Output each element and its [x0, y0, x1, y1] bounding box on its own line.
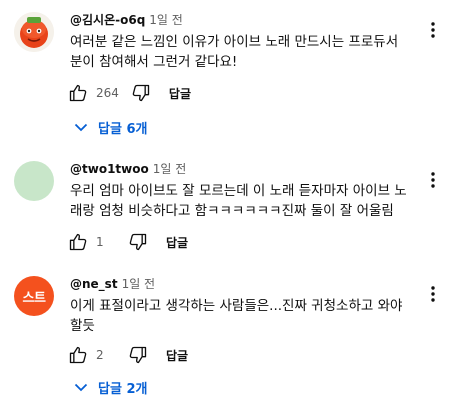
comment-actions: 2 답글: [66, 343, 188, 367]
comment-time[interactable]: 1일 전: [153, 162, 187, 176]
view-replies-label: 답글 2개: [98, 381, 148, 397]
view-replies-label: 답글 6개: [98, 121, 148, 137]
thumb-up-icon: [69, 346, 87, 364]
view-replies-button[interactable]: 답글 2개: [74, 376, 147, 398]
like-button[interactable]: [66, 81, 90, 105]
view-replies-button[interactable]: 답글 6개: [74, 116, 147, 138]
comment-time[interactable]: 1일 전: [149, 13, 183, 27]
comment-time[interactable]: 1일 전: [122, 277, 156, 291]
avatar-image: [14, 12, 54, 52]
thumb-up-icon: [69, 233, 87, 251]
more-vert-icon: [431, 22, 435, 38]
thumb-down-icon: [129, 233, 147, 251]
dislike-button[interactable]: [126, 230, 150, 254]
more-options-button[interactable]: [421, 282, 445, 306]
comment-text: 우리 엄마 아이브도 잘 모르는데 이 노래 듣자마자 아이브 노 래랑 엄청 …: [70, 181, 445, 221]
more-vert-icon: [431, 286, 435, 302]
comment-text-line: 분이 참여해서 그런거 같다요!: [70, 54, 238, 70]
comment-text-line: 이게 표절이라고 생각하는 사람들은...진짜 귀청소하고 와야: [70, 298, 403, 314]
like-button[interactable]: [66, 230, 90, 254]
dislike-button[interactable]: [129, 81, 153, 105]
comment-text-line: 할듯: [70, 318, 95, 334]
thumb-up-icon: [69, 84, 87, 102]
comment-text: 이게 표절이라고 생각하는 사람들은...진짜 귀청소하고 와야 할듯: [70, 296, 440, 336]
avatar[interactable]: [14, 12, 54, 52]
like-button[interactable]: [66, 343, 90, 367]
chevron-down-icon: [74, 123, 88, 132]
thumb-down-icon: [132, 84, 150, 102]
thumb-down-icon: [129, 346, 147, 364]
avatar-initials: 스트: [22, 290, 46, 306]
comment-actions: 1 답글: [66, 230, 188, 254]
comment-author[interactable]: @ne_st: [70, 277, 118, 291]
comment-author[interactable]: @two1twoo: [70, 162, 149, 176]
reply-button[interactable]: 답글: [166, 234, 188, 251]
reply-button[interactable]: 답글: [166, 347, 188, 364]
comment-header: @two1twoo 1일 전: [70, 161, 186, 177]
comment-header: @김시온-o6q 1일 전: [70, 12, 183, 28]
comment-text-line: 우리 엄마 아이브도 잘 모르는데 이 노래 듣자마자 아이브 노: [70, 183, 407, 199]
more-options-button[interactable]: [421, 168, 445, 192]
like-count: 264: [96, 86, 119, 100]
comment-author[interactable]: @김시온-o6q: [70, 13, 145, 27]
like-count: 1: [96, 235, 104, 249]
chevron-down-icon: [74, 383, 88, 392]
comment-header: @ne_st 1일 전: [70, 276, 155, 292]
comment-actions: 264 답글: [66, 81, 191, 105]
comment-text: 여러분 같은 느낌인 이유가 아이브 노래 만드시는 프로듀서 분이 참여해서 …: [70, 32, 440, 72]
comment-text-line: 래랑 엄청 비슷하다고 함ㅋㅋㅋㅋㅋㅋ진짜 둘이 잘 어울림: [70, 203, 394, 219]
like-count: 2: [96, 348, 104, 362]
avatar[interactable]: 스트: [14, 276, 54, 316]
avatar[interactable]: [14, 161, 54, 201]
reply-button[interactable]: 답글: [169, 85, 191, 102]
comment-text-line: 여러분 같은 느낌인 이유가 아이브 노래 만드시는 프로듀서: [70, 34, 399, 50]
dislike-button[interactable]: [126, 343, 150, 367]
more-options-button[interactable]: [421, 18, 445, 42]
more-vert-icon: [431, 172, 435, 188]
